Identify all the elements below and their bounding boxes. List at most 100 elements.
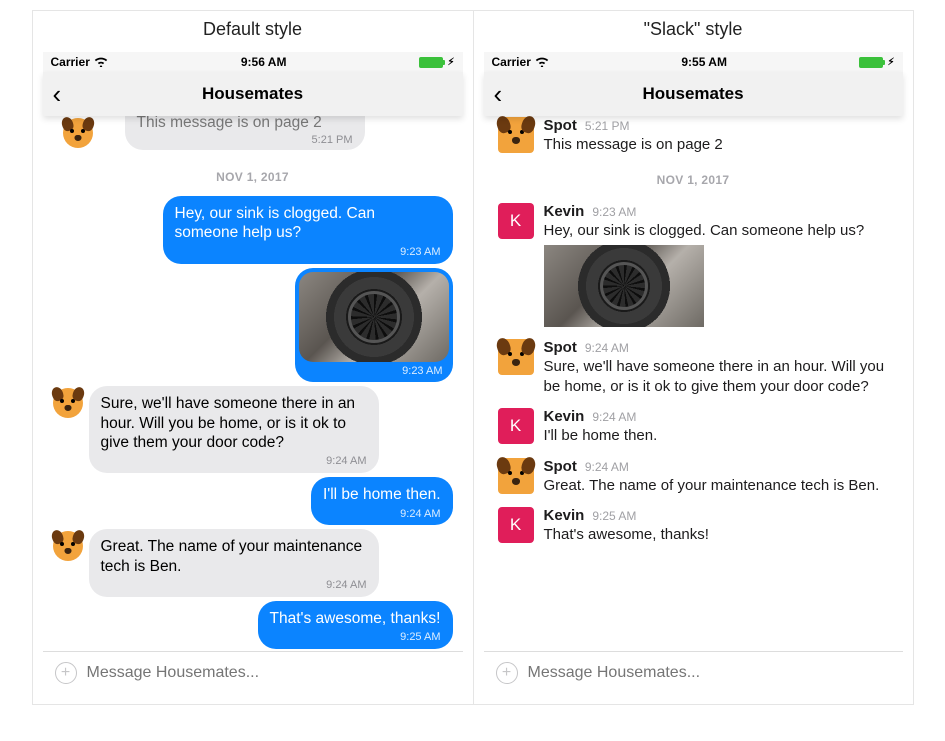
composer: +: [484, 651, 903, 694]
message-row: Great. The name of your maintenance tech…: [43, 527, 463, 599]
message-time: 9:25 AM: [270, 631, 441, 645]
sender-name: Spot: [544, 117, 577, 134]
chat-scroll-slack[interactable]: Spot 5:21 PM This message is on page 2 N…: [484, 116, 903, 651]
message-row: K Kevin 9:25 AM That's awesome, thanks!: [484, 501, 903, 551]
date-separator: NOV 1, 2017: [484, 159, 903, 197]
status-bar: Carrier 9:55 AM ⚡︎: [484, 52, 903, 72]
charging-icon: ⚡︎: [447, 57, 454, 68]
message-text: This message is on page 2: [544, 135, 889, 155]
avatar-spot[interactable]: [53, 531, 83, 561]
compose-input[interactable]: [87, 664, 451, 682]
chat-scroll-default[interactable]: This message is on page 2 5:21 PM NOV 1,…: [43, 116, 463, 651]
panel-default: Default style Carrier 9:56 AM ⚡︎ ‹ House…: [33, 11, 473, 704]
avatar-kevin[interactable]: K: [498, 408, 534, 444]
attach-button[interactable]: +: [55, 662, 77, 684]
sender-name: Spot: [544, 339, 577, 356]
message-row: I'll be home then. 9:24 AM: [43, 475, 463, 527]
date-separator: NOV 1, 2017: [43, 156, 463, 194]
message-time: 9:24 AM: [592, 410, 636, 424]
message-text: Hey, our sink is clogged. Can someone he…: [175, 205, 375, 241]
message-row: Spot 9:24 AM Great. The name of your mai…: [484, 452, 903, 502]
avatar-spot[interactable]: [498, 339, 534, 375]
message-bubble[interactable]: Sure, we'll have someone there in an hou…: [89, 386, 379, 473]
panel-title-default: Default style: [33, 11, 473, 52]
message-time: 9:24 AM: [101, 579, 367, 593]
message-row: 9:23 AM: [43, 266, 463, 385]
back-button[interactable]: ‹: [53, 81, 62, 107]
message-text: This message is on page 2: [137, 116, 322, 131]
message-row: That's awesome, thanks! 9:25 AM: [43, 599, 463, 651]
message-time: 9:23 AM: [175, 246, 441, 260]
wifi-icon: [535, 55, 549, 70]
message-time: 9:23 AM: [299, 365, 449, 379]
phone-slack: Carrier 9:55 AM ⚡︎ ‹ Housemates: [484, 52, 903, 694]
panel-title-slack: "Slack" style: [474, 11, 913, 52]
message-text: Sure, we'll have someone there in an hou…: [101, 395, 356, 451]
message-bubble-cut: This message is on page 2 5:21 PM: [125, 116, 365, 150]
message-text: Hey, our sink is clogged. Can someone he…: [544, 221, 889, 241]
carrier-label: Carrier: [492, 55, 531, 69]
message-bubble-image[interactable]: 9:23 AM: [295, 268, 453, 383]
sender-name: Kevin: [544, 507, 585, 524]
back-button[interactable]: ‹: [494, 81, 503, 107]
avatar-spot[interactable]: [53, 388, 83, 418]
status-right: ⚡︎: [419, 57, 454, 68]
avatar-kevin[interactable]: K: [498, 203, 534, 239]
message-time: 9:24 AM: [585, 341, 629, 355]
status-time: 9:55 AM: [681, 55, 727, 69]
avatar-spot: [63, 118, 93, 148]
sink-image[interactable]: [299, 272, 449, 362]
message-text: Sure, we'll have someone there in an hou…: [544, 357, 889, 396]
avatar-kevin[interactable]: K: [498, 507, 534, 543]
message-text: That's awesome, thanks!: [544, 525, 889, 545]
status-right: ⚡︎: [859, 57, 894, 68]
nav-bar: ‹ Housemates: [484, 72, 903, 116]
message-time: 9:23 AM: [592, 205, 636, 219]
sink-image[interactable]: [544, 245, 704, 327]
compose-input[interactable]: [528, 664, 891, 682]
message-bubble[interactable]: Hey, our sink is clogged. Can someone he…: [163, 196, 453, 264]
message-time: 9:24 AM: [101, 455, 367, 469]
message-row: Sure, we'll have someone there in an hou…: [43, 384, 463, 475]
sender-name: Kevin: [544, 203, 585, 220]
composer: +: [43, 651, 463, 694]
message-bubble[interactable]: I'll be home then. 9:24 AM: [311, 477, 453, 525]
carrier-label: Carrier: [51, 55, 90, 69]
nav-bar: ‹ Housemates: [43, 72, 463, 116]
message-time: 9:25 AM: [592, 509, 636, 523]
message-bubble[interactable]: Great. The name of your maintenance tech…: [89, 529, 379, 597]
message-row: Hey, our sink is clogged. Can someone he…: [43, 194, 463, 266]
message-text: That's awesome, thanks!: [270, 610, 441, 627]
charging-icon: ⚡︎: [887, 57, 894, 68]
message-row: K Kevin 9:23 AM Hey, our sink is clogged…: [484, 197, 903, 334]
wifi-icon: [94, 55, 108, 70]
status-time: 9:56 AM: [241, 55, 287, 69]
message-text: I'll be home then.: [323, 486, 441, 503]
panel-slack: "Slack" style Carrier 9:55 AM ⚡︎ ‹ House…: [473, 11, 913, 704]
message-time: 9:24 AM: [323, 508, 441, 522]
status-bar: Carrier 9:56 AM ⚡︎: [43, 52, 463, 72]
nav-title: Housemates: [43, 84, 463, 104]
status-left: Carrier: [492, 55, 549, 70]
message-text: I'll be home then.: [544, 426, 889, 446]
sender-name: Spot: [544, 458, 577, 475]
sender-name: Kevin: [544, 408, 585, 425]
message-text: Great. The name of your maintenance tech…: [544, 476, 889, 496]
message-row: Spot 5:21 PM This message is on page 2: [484, 117, 903, 159]
avatar-spot[interactable]: [498, 458, 534, 494]
avatar-spot[interactable]: [498, 117, 534, 153]
message-row: K Kevin 9:24 AM I'll be home then.: [484, 402, 903, 452]
nav-title: Housemates: [484, 84, 903, 104]
phone-default: Carrier 9:56 AM ⚡︎ ‹ Housemates: [43, 52, 463, 694]
comparison-container: Default style Carrier 9:56 AM ⚡︎ ‹ House…: [32, 10, 914, 705]
status-left: Carrier: [51, 55, 108, 70]
message-row: Spot 9:24 AM Sure, we'll have someone th…: [484, 333, 903, 402]
attach-button[interactable]: +: [496, 662, 518, 684]
message-text: Great. The name of your maintenance tech…: [101, 538, 363, 574]
battery-icon: [859, 57, 883, 68]
battery-icon: [419, 57, 443, 68]
message-time: 5:21 PM: [585, 119, 630, 133]
message-time: 9:24 AM: [585, 460, 629, 474]
message-bubble[interactable]: That's awesome, thanks! 9:25 AM: [258, 601, 453, 649]
message-time: 5:21 PM: [137, 134, 353, 146]
